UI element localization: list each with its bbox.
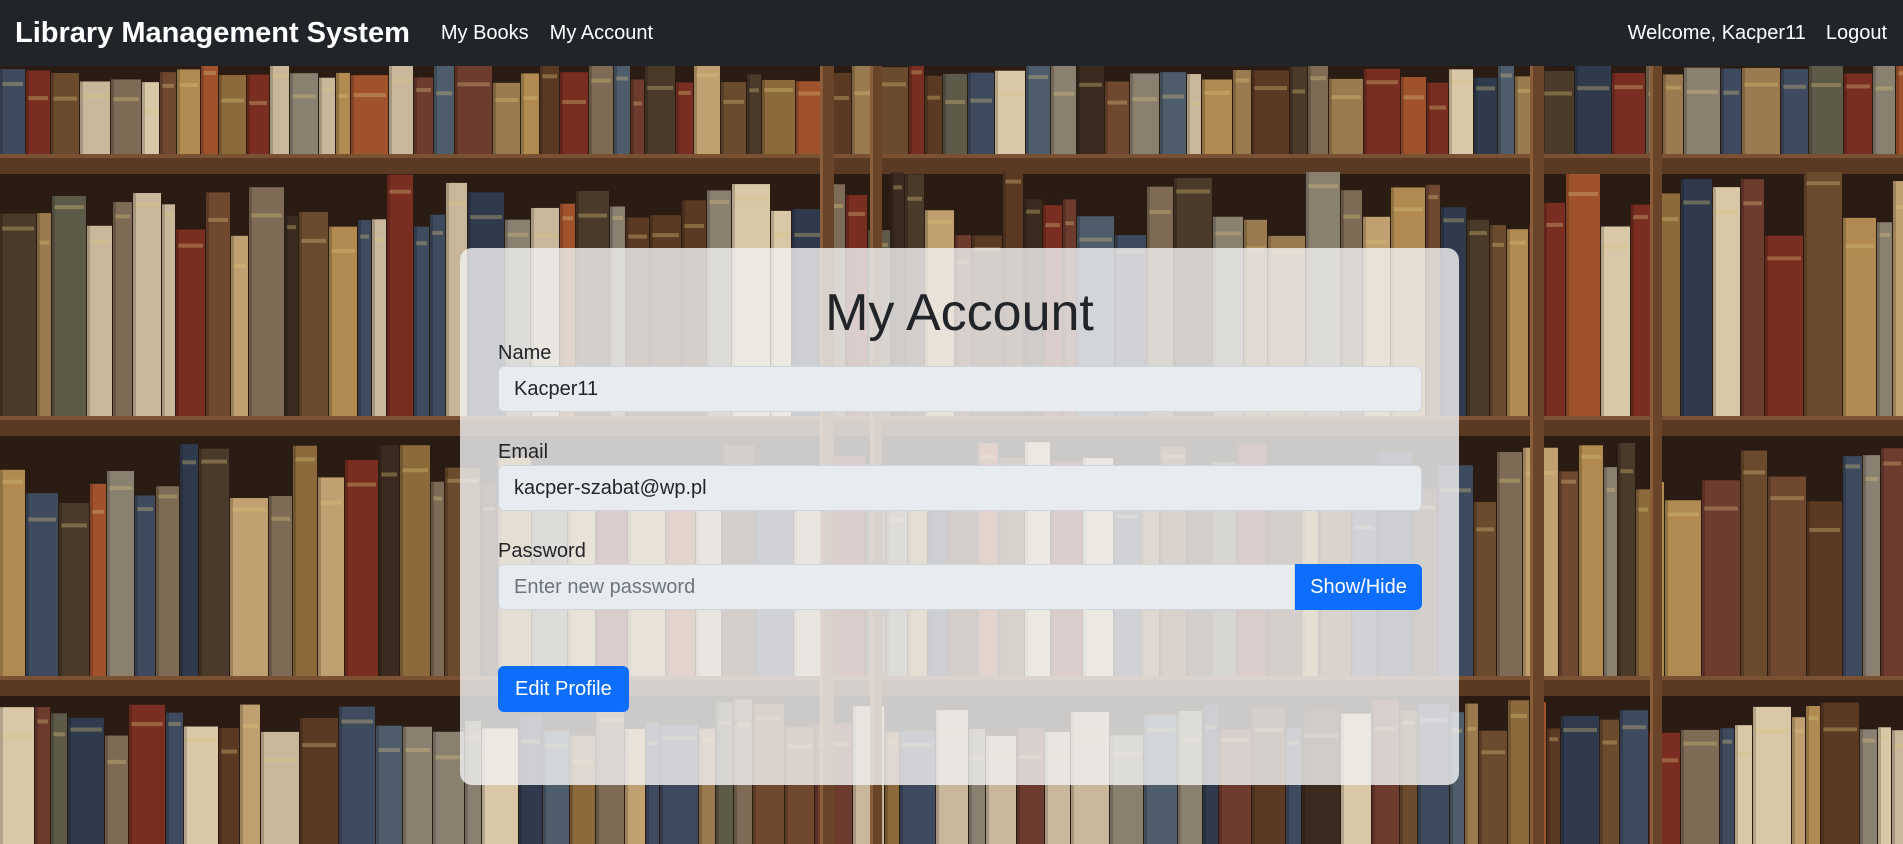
name-label: Name xyxy=(498,342,552,364)
email-label: Email xyxy=(498,441,549,463)
account-card: My Account Name Email Password Show/Hide… xyxy=(460,248,1459,785)
nav-link-my-books[interactable]: My Books xyxy=(441,22,529,45)
password-label: Password xyxy=(498,540,586,562)
password-group: Show/Hide xyxy=(498,564,1422,610)
nav-user-area: Welcome, Kacper11 Logout xyxy=(1628,22,1887,45)
welcome-text: Welcome, Kacper11 xyxy=(1627,21,1806,44)
page-title: My Account xyxy=(825,284,1094,342)
show-hide-button[interactable]: Show/Hide xyxy=(1295,564,1422,610)
navbar: Library Management System My Books My Ac… xyxy=(0,0,1903,66)
logout-link[interactable]: Logout xyxy=(1826,22,1887,45)
email-field[interactable] xyxy=(498,465,1422,511)
brand-title[interactable]: Library Management System xyxy=(15,17,410,50)
edit-profile-button[interactable]: Edit Profile xyxy=(498,666,629,712)
password-field[interactable] xyxy=(498,564,1295,610)
name-field[interactable] xyxy=(498,366,1422,412)
nav-link-my-account[interactable]: My Account xyxy=(550,22,653,45)
